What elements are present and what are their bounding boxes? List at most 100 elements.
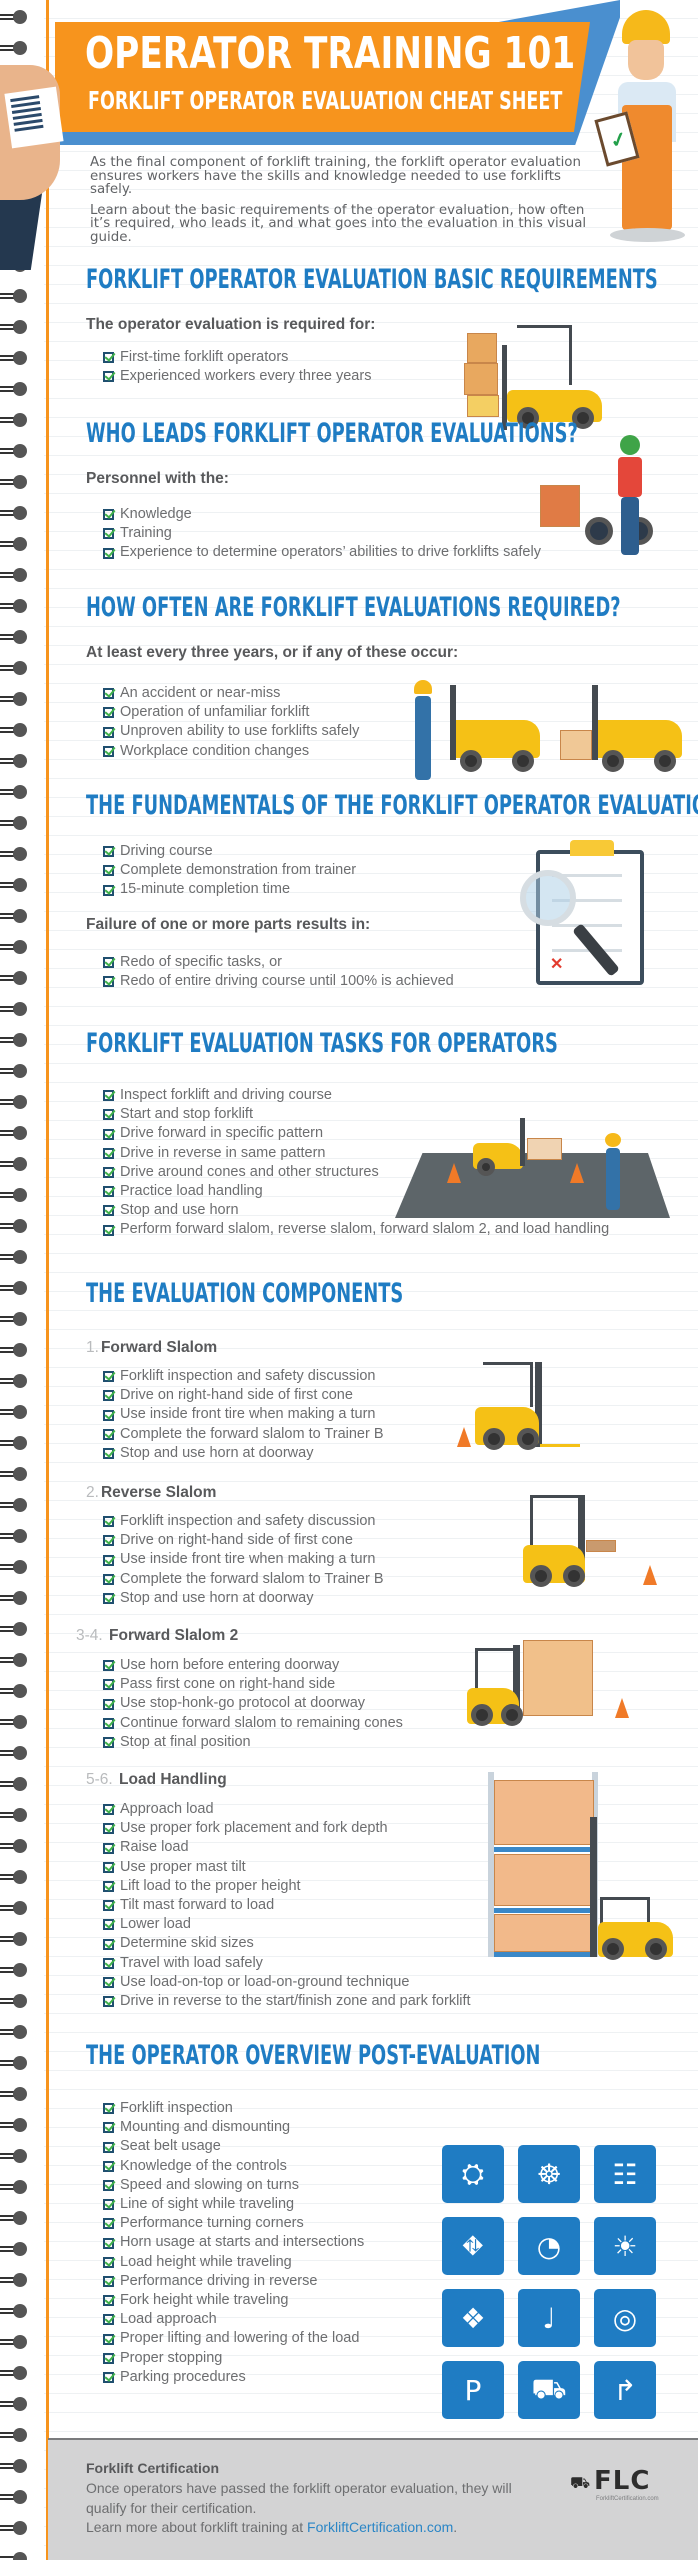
crate bbox=[560, 730, 592, 760]
boxes bbox=[494, 1780, 594, 1845]
ring-hole bbox=[13, 2397, 27, 2411]
binding-ring bbox=[0, 878, 30, 892]
flc-logo[interactable]: ⛟ FLC ForkliftCertification.com bbox=[570, 2466, 680, 2506]
ring-hole bbox=[13, 754, 27, 768]
ring-hole bbox=[13, 630, 27, 644]
intro-paragraph: Learn about the basic requirements of th… bbox=[90, 202, 587, 245]
ring-hole bbox=[13, 1033, 27, 1047]
component-title: 5-6. Load Handling bbox=[86, 1771, 227, 1789]
ring-hole bbox=[13, 785, 27, 799]
binding-ring bbox=[0, 1095, 30, 1109]
joystick-lever-icon: ♩ bbox=[518, 2289, 580, 2347]
pallet-jack-wheel bbox=[585, 517, 613, 545]
ring-hole bbox=[13, 1157, 27, 1171]
basic-requirements-list: First-time forklift operators Experienced… bbox=[103, 348, 371, 386]
checkbox-checked-icon bbox=[103, 1957, 114, 1969]
checklist-item-text: Use stop-honk-go protocol at doorway bbox=[120, 1695, 366, 1712]
binding-ring bbox=[0, 971, 30, 985]
ring-hole bbox=[13, 1963, 27, 1977]
forklift-wheel bbox=[512, 750, 534, 772]
page-title: OPERATOR TRAINING 101 bbox=[85, 28, 576, 79]
checklist-item: Use load-on-top or load-on-ground techni… bbox=[103, 1973, 471, 1992]
forklift-roof bbox=[475, 1648, 517, 1688]
ring-hole bbox=[13, 1343, 27, 1357]
binding-ring bbox=[0, 2056, 30, 2070]
binding-ring bbox=[0, 2211, 30, 2225]
binding-ring bbox=[0, 847, 30, 861]
binding-ring bbox=[0, 2304, 30, 2318]
binding-ring bbox=[0, 1405, 30, 1419]
boxes bbox=[494, 1914, 594, 1952]
checklist-item: Load approach bbox=[103, 2310, 364, 2329]
forklift-reverse-slalom-illustration bbox=[518, 1495, 673, 1595]
trainer-body bbox=[606, 1148, 620, 1210]
binding-ring bbox=[0, 1808, 30, 1822]
brake-disc-icon: ◎ bbox=[594, 2289, 656, 2347]
ring-hole bbox=[13, 444, 27, 458]
footer-period: . bbox=[453, 2519, 458, 2535]
binding-ring bbox=[0, 1963, 30, 1977]
binding-ring bbox=[0, 2149, 30, 2163]
checkbox-checked-icon bbox=[103, 1660, 114, 1672]
rack-shelf bbox=[494, 1952, 592, 1957]
ring-hole bbox=[13, 692, 27, 706]
checkbox-checked-icon bbox=[103, 1090, 114, 1102]
binding-ring bbox=[0, 351, 30, 365]
checkbox-checked-icon bbox=[103, 1516, 114, 1528]
checklist-item: Forklift inspection and safety discussio… bbox=[103, 1512, 384, 1531]
rack-shelf bbox=[494, 1908, 592, 1913]
red-vest bbox=[618, 457, 642, 497]
checklist-item: Complete the forward slalom to Trainer B bbox=[103, 1425, 384, 1444]
ring-hole bbox=[13, 475, 27, 489]
checkbox-checked-icon bbox=[103, 1390, 114, 1402]
hard-hat-icon bbox=[414, 680, 432, 694]
checklist-item-text: Complete the forward slalom to Trainer B bbox=[120, 1570, 384, 1587]
ring-hole bbox=[13, 2459, 27, 2473]
checklist-item: Training bbox=[103, 524, 541, 543]
checklist-item-text: Drive on right-hand side of first cone bbox=[120, 1387, 353, 1404]
ring-hole bbox=[13, 2335, 27, 2349]
forklift-wheel bbox=[602, 1938, 624, 1960]
checklist-item-text: Travel with load safely bbox=[120, 1954, 263, 1971]
seat-belt-icon: ⛭ bbox=[442, 2145, 504, 2203]
ring-hole bbox=[13, 289, 27, 303]
overview-list: Forklift inspection Mounting and dismount… bbox=[103, 2099, 364, 2387]
layers-icon: ❖ bbox=[442, 2289, 504, 2347]
forklift-mast bbox=[592, 685, 598, 760]
checkbox-checked-icon bbox=[103, 2141, 114, 2153]
checkbox-checked-icon bbox=[103, 1147, 114, 1159]
ring-hole bbox=[13, 1994, 27, 2008]
checklist-item: Load height while traveling bbox=[103, 2253, 364, 2272]
checklist-item-text: Complete the forward slalom to Trainer B bbox=[120, 1425, 384, 1442]
checkbox-checked-icon bbox=[103, 1554, 114, 1566]
checkbox-checked-icon bbox=[103, 1823, 114, 1835]
checkbox-checked-icon bbox=[103, 2122, 114, 2134]
ring-hole bbox=[13, 413, 27, 427]
driving-course-illustration bbox=[395, 1118, 675, 1218]
component-name: Forward Slalom 2 bbox=[109, 1627, 239, 1644]
checkbox-checked-icon bbox=[103, 547, 114, 559]
headlight-icon: ☀ bbox=[594, 2217, 656, 2275]
two-forklifts-with-inspector-illustration bbox=[410, 680, 685, 780]
checkbox-checked-icon bbox=[103, 1679, 114, 1691]
ring-hole bbox=[13, 878, 27, 892]
binding-ring bbox=[0, 2242, 30, 2256]
checkbox-checked-icon bbox=[103, 688, 114, 700]
forklift-wheel bbox=[501, 1704, 523, 1726]
checklist-item: Mounting and dismounting bbox=[103, 2118, 364, 2137]
trainer-with-pallet-jack-illustration bbox=[540, 435, 670, 565]
worker-shadow bbox=[610, 228, 685, 242]
forkliftcertification-link[interactable]: ForkliftCertification.com bbox=[307, 2519, 453, 2535]
ring-hole bbox=[13, 1188, 27, 1202]
checkbox-checked-icon bbox=[103, 2275, 114, 2287]
binding-ring bbox=[0, 382, 30, 396]
checklist-item-text: Perform forward slalom, reverse slalom, … bbox=[120, 1221, 610, 1238]
checklist-item-text: Drive forward in specific pattern bbox=[120, 1125, 324, 1142]
binding-ring bbox=[0, 1343, 30, 1357]
component-name: Load Handling bbox=[119, 1771, 227, 1788]
warehouse-rack-forklift-illustration bbox=[480, 1772, 680, 1962]
component-number: 1. bbox=[86, 1339, 99, 1356]
checkbox-checked-icon bbox=[103, 2256, 114, 2268]
binding-ring bbox=[0, 2366, 30, 2380]
reverse-slalom-list: Forklift inspection and safety discussio… bbox=[103, 1512, 384, 1608]
